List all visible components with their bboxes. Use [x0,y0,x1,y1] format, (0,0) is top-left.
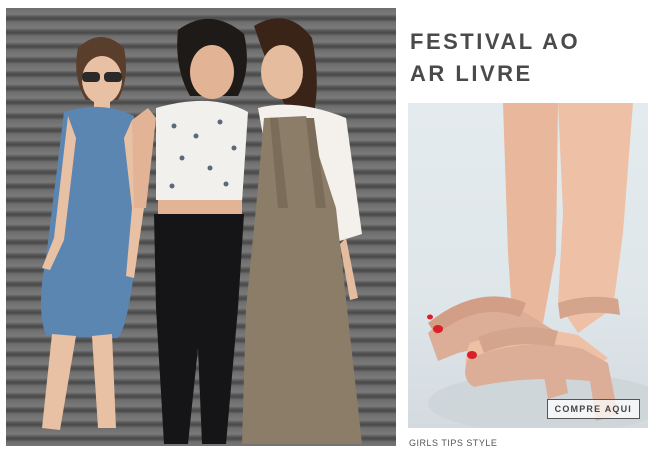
outfit-illustration [41,18,362,444]
shop-now-button[interactable]: COMPRE AQUI [546,399,640,419]
headline-line-1: FESTIVAL AO [410,29,581,54]
headline-line-2: AR LIVRE [410,61,533,86]
woman-jumpsuit-figure [242,18,362,444]
outfit-photo [6,8,396,446]
sandals-photo: COMPRE AQUI [408,103,648,428]
sandals-illustration [427,103,648,428]
woman-denim-figure [41,37,144,430]
woman-crop-top-figure [132,18,248,444]
headline: FESTIVAL AO AR LIVRE [410,26,640,90]
brand-caption: GIRLS TIPS STYLE [409,438,498,448]
